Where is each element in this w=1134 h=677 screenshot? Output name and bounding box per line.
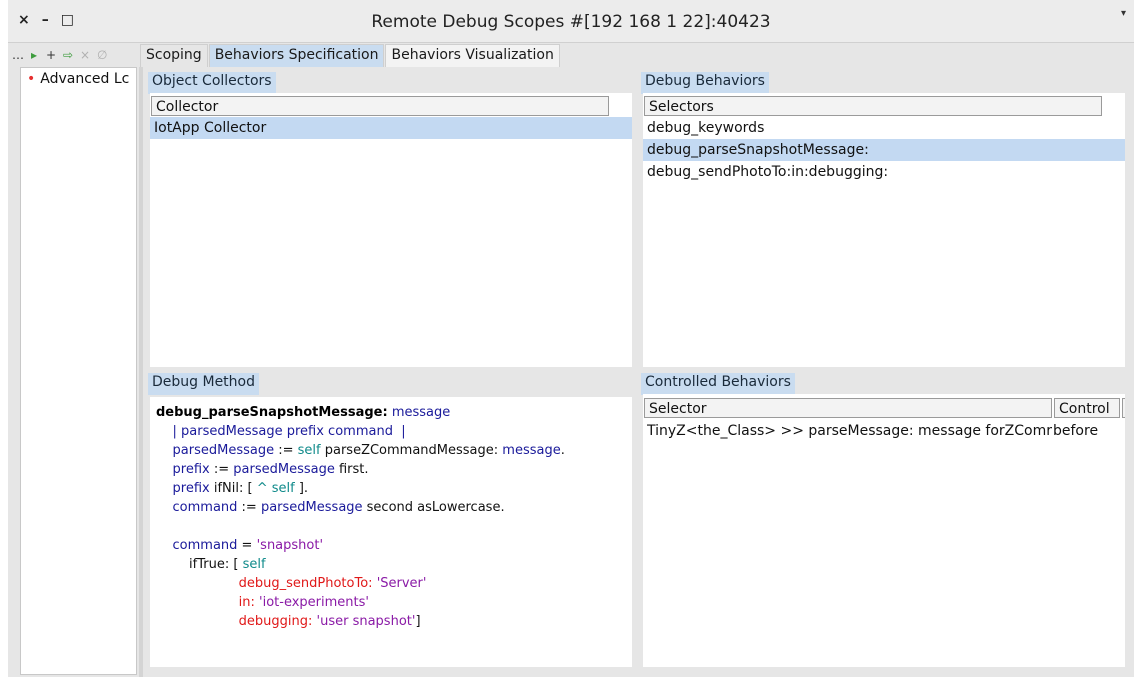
debug-method-editor[interactable]: debug_parseSnapshotMessage: message | pa…	[150, 397, 632, 667]
remove-icon[interactable]: ×	[80, 48, 90, 62]
more-icon[interactable]: …	[12, 48, 24, 62]
controlled-behaviors-title: Controlled Behaviors	[641, 373, 795, 395]
object-collectors-pane: Collector IotApp Collector	[150, 93, 632, 367]
code-token: debug_sendPhotoTo:	[156, 576, 377, 591]
extra-column-header	[1122, 398, 1125, 418]
code-token: message	[502, 443, 561, 458]
code-line: parsedMessage := self parseZCommandMessa…	[156, 441, 565, 460]
code-line: debug_sendPhotoTo: 'Server'	[156, 574, 565, 593]
tab-behaviors-visualization[interactable]: Behaviors Visualization	[385, 44, 560, 67]
code-token: ifNil: [	[209, 481, 257, 496]
collector-row[interactable]: IotApp Collector	[150, 117, 632, 139]
code-token: ].	[294, 481, 309, 496]
code-token: in:	[156, 595, 260, 610]
code-token: command	[156, 538, 238, 553]
code-token: prefix	[156, 462, 210, 477]
controlled-control: before	[1053, 423, 1099, 439]
splitter[interactable]	[139, 67, 143, 677]
code-token: parsedMessage	[233, 462, 335, 477]
toolbar: … ▸ + ⇨ × ∅	[12, 45, 107, 65]
method-source-code[interactable]: debug_parseSnapshotMessage: message | pa…	[156, 403, 565, 631]
controlled-behavior-row[interactable]: TinyZ<the_Class> >> parseMessage: messag…	[643, 420, 1125, 442]
code-token: message	[387, 405, 451, 420]
controlled-selector: TinyZ<the_Class> >> parseMessage: messag…	[647, 423, 1052, 439]
code-line: debug_parseSnapshotMessage: message	[156, 403, 565, 422]
collector-column-header[interactable]: Collector	[151, 96, 609, 116]
app-window: × – □ Remote Debug Scopes #[192 168 1 22…	[8, 0, 1134, 677]
code-token: prefix	[156, 481, 210, 496]
code-token: ifTrue: [	[156, 557, 243, 572]
debug-behaviors-pane: Selectors debug_keywords debug_parseSnap…	[643, 93, 1125, 367]
code-token: :=	[274, 443, 298, 458]
code-token: 'snapshot'	[256, 538, 324, 553]
debug-behaviors-title: Debug Behaviors	[641, 72, 769, 94]
code-token: .	[560, 443, 565, 458]
sidebar: • Advanced Lc	[20, 67, 137, 675]
behavior-row[interactable]: debug_sendPhotoTo:in:debugging:	[643, 161, 1125, 183]
window-menu-icon[interactable]: ▾	[1121, 8, 1126, 19]
debug-method-title: Debug Method	[148, 373, 259, 395]
add-icon[interactable]: +	[46, 48, 56, 62]
tab-behaviors-specification[interactable]: Behaviors Specification	[208, 44, 385, 67]
code-token: =	[237, 538, 257, 553]
code-token: :=	[237, 500, 261, 515]
code-token: :=	[209, 462, 234, 477]
code-line: command = 'snapshot'	[156, 536, 565, 555]
code-token: | parsedMessage prefix command |	[156, 424, 406, 439]
code-token: parsedMessage	[156, 443, 275, 458]
play-icon[interactable]: ▸	[29, 48, 39, 62]
code-token: parseZCommandMessage:	[320, 443, 503, 458]
status-dot-icon: •	[27, 71, 36, 87]
code-token: ]	[415, 614, 421, 629]
code-token: command	[156, 500, 238, 515]
code-token: parsedMessage	[260, 500, 363, 515]
code-token: 'iot-experiments'	[259, 595, 369, 610]
code-token: first.	[334, 462, 369, 477]
code-token: debug_parseSnapshotMessage:	[156, 405, 388, 420]
code-token: self	[242, 557, 266, 572]
code-line: in: 'iot-experiments'	[156, 593, 565, 612]
code-line: prefix := parsedMessage first.	[156, 460, 565, 479]
code-token: ^ self	[256, 481, 295, 496]
selectors-column-header[interactable]: Selectors	[644, 96, 1102, 116]
tab-bar: Scoping Behaviors Specification Behavior…	[140, 44, 561, 67]
code-token: second asLowercase.	[362, 500, 505, 515]
code-token: 'user snapshot'	[316, 614, 416, 629]
behavior-row[interactable]: debug_keywords	[643, 117, 1125, 139]
code-line: | parsedMessage prefix command |	[156, 422, 565, 441]
code-line: debugging: 'user snapshot']	[156, 612, 565, 631]
code-line: ifTrue: [ self	[156, 555, 565, 574]
object-collectors-title: Object Collectors	[148, 72, 276, 94]
code-line: prefix ifNil: [ ^ self ].	[156, 479, 565, 498]
behavior-row[interactable]: debug_parseSnapshotMessage:	[643, 139, 1125, 161]
code-token: 'Server'	[376, 576, 427, 591]
sidebar-item-label: Advanced Lc	[40, 71, 130, 87]
sidebar-item-advanced[interactable]: • Advanced Lc	[27, 71, 129, 87]
controlled-behaviors-pane: Selector Control TinyZ<the_Class> >> par…	[643, 394, 1125, 667]
code-token: self	[297, 443, 321, 458]
selector-column-header[interactable]: Selector	[644, 398, 1052, 418]
window-title: Remote Debug Scopes #[192 168 1 22]:4042…	[371, 12, 771, 32]
forward-icon[interactable]: ⇨	[63, 48, 73, 62]
clear-icon[interactable]: ∅	[97, 48, 107, 62]
code-token: debugging:	[156, 614, 317, 629]
control-column-header[interactable]: Control	[1054, 398, 1120, 418]
code-line: command := parsedMessage second asLowerc…	[156, 498, 565, 517]
title-bar: × – □ Remote Debug Scopes #[192 168 1 22…	[8, 0, 1134, 43]
tab-scoping[interactable]: Scoping	[140, 44, 208, 67]
